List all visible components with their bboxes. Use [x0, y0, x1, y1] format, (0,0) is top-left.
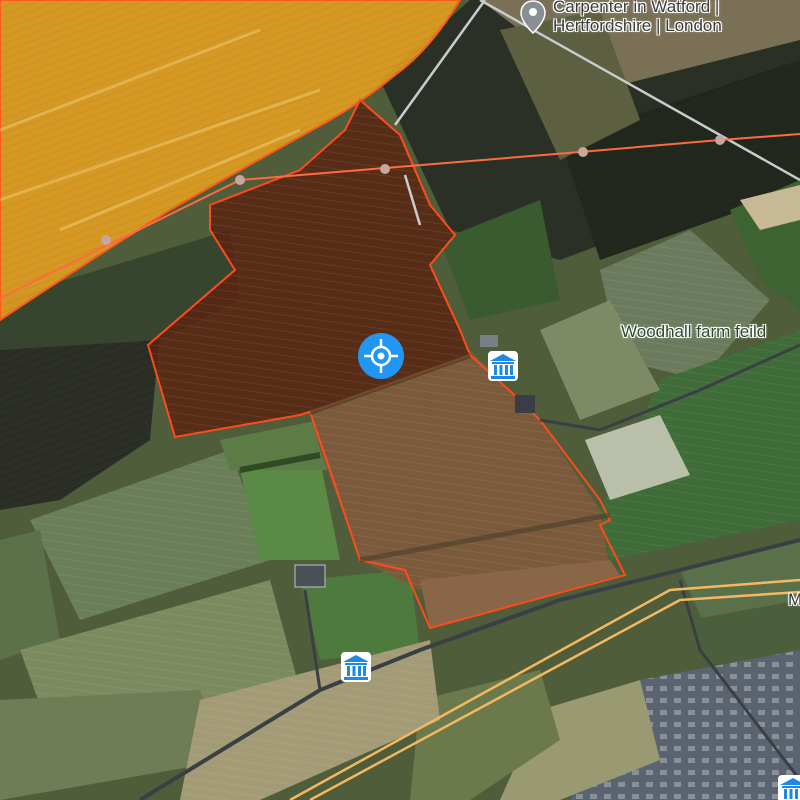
- museum-icon[interactable]: [776, 773, 800, 800]
- poi-label-line2: Hertfordshire | London: [553, 16, 722, 35]
- poi-label-line1: Carpenter in Watford |: [553, 0, 720, 16]
- edge-label: M: [788, 590, 800, 609]
- map-pin-icon[interactable]: [520, 0, 546, 34]
- satellite-imagery: [0, 0, 800, 800]
- poi-label[interactable]: Carpenter in Watford | Hertfordshire | L…: [553, 0, 722, 35]
- area-label: Woodhall farm feild: [621, 322, 767, 341]
- crosshair-icon[interactable]: [356, 331, 406, 381]
- map-view[interactable]: Carpenter in Watford | Hertfordshire | L…: [0, 0, 800, 800]
- museum-icon[interactable]: [339, 650, 373, 684]
- museum-icon[interactable]: [486, 349, 520, 383]
